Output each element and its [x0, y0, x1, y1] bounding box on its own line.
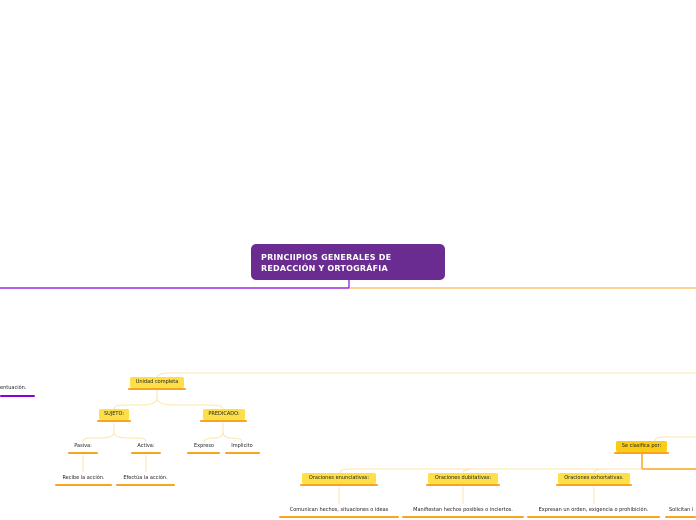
topic-unidad-completa[interactable]: Unidad completa: [130, 377, 184, 388]
connector-expreso: [203, 423, 224, 443]
dubitativas-description[interactable]: Manifiestan hechos posibles o inciertos.: [402, 507, 524, 514]
left-branch-underline: [0, 395, 35, 397]
topic-oraciones-enunciativas[interactable]: Oraciones enunciativas:: [302, 473, 376, 484]
root-title-line1: PRINCIIPIOS GENERALES DE: [261, 253, 392, 262]
underline-activa: [131, 452, 161, 454]
connector-sujeto: [113, 390, 158, 410]
underline-expreso: [187, 452, 220, 454]
underline-partial-right: [665, 516, 696, 518]
topic-oraciones-dubitativas[interactable]: Oraciones dubitativas:: [428, 473, 498, 484]
left-branch-label[interactable]: entuación.: [0, 385, 26, 392]
underline-exhortativas-desc: [527, 516, 660, 518]
connector-pasiva: [82, 423, 115, 443]
topic-oraciones-exhortativas[interactable]: Oraciones exhortativas.: [558, 473, 630, 484]
underline-se-clasifica: [614, 452, 669, 454]
root-title-line2: REDACCIÓN Y ORTOGRÁFIA: [261, 264, 388, 273]
underline-activa-desc: [116, 484, 175, 486]
underline-unidad: [128, 388, 186, 390]
connector-predicado: [156, 397, 224, 410]
underline-enunciativas: [300, 484, 378, 486]
topic-implicito[interactable]: Implicito: [225, 443, 259, 450]
enunciativas-description[interactable]: Comunican hechos, situaciones o ideas: [279, 507, 399, 514]
underline-predicado: [200, 420, 247, 422]
underline-pasiva: [68, 452, 98, 454]
connector-activa: [113, 431, 147, 443]
connector-implicito: [222, 431, 243, 443]
topic-predicado[interactable]: PREDICADO:: [203, 409, 245, 420]
exhortativas-description[interactable]: Expresan un orden, exigencia o prohibici…: [527, 507, 660, 514]
activa-description[interactable]: Efectúa la acción.: [116, 475, 175, 482]
topic-activa[interactable]: Activa:: [131, 443, 161, 450]
topic-pasiva[interactable]: Pasiva:: [68, 443, 98, 450]
mind-map-canvas: PRINCIIPIOS GENERALES DE REDACCIÓN Y ORT…: [0, 0, 696, 520]
underline-exhortativas: [556, 484, 632, 486]
underline-dubitativas: [426, 484, 500, 486]
root-topic[interactable]: PRINCIIPIOS GENERALES DE REDACCIÓN Y ORT…: [251, 244, 445, 280]
partial-description-right[interactable]: Solicitan i: [669, 507, 693, 514]
topic-expreso[interactable]: Expreso: [188, 443, 220, 450]
underline-sujeto: [97, 420, 131, 422]
underline-implicito: [225, 452, 260, 454]
topic-sujeto[interactable]: SUJETO:: [99, 409, 129, 420]
topic-se-clasifica[interactable]: Se clasifica por:: [616, 441, 667, 452]
pasiva-description[interactable]: Recibe la acción.: [55, 475, 112, 482]
connector-unidad: [156, 372, 696, 379]
underline-enunciativas-desc: [279, 516, 399, 518]
underline-pasiva-desc: [55, 484, 112, 486]
connector-root-left: [0, 280, 350, 289]
underline-dubitativas-desc: [402, 516, 524, 518]
